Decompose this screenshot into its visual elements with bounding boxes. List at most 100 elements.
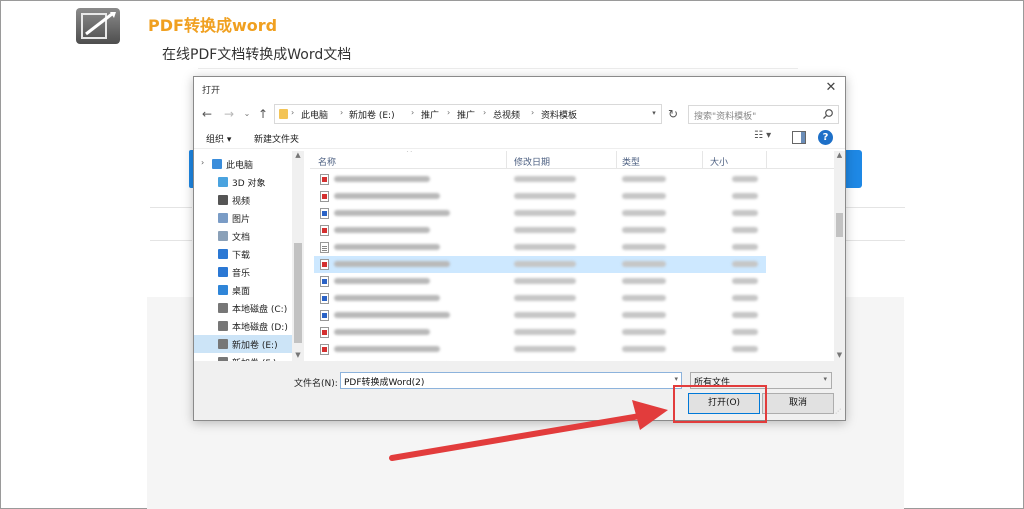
column-divider[interactable] [506,151,507,169]
breadcrumb-all-videos[interactable]: 总视频 [493,108,520,121]
address-bar[interactable]: › 此电脑 › 新加卷 (E:) › 推广 › 推广 › 总视频 › 资料模板 … [274,104,662,124]
file-row[interactable] [314,273,766,290]
column-header-size[interactable]: 大小 [710,155,728,168]
sidebar-item-label: 本地磁盘 (D:) [232,323,288,333]
column-divider[interactable] [702,151,703,169]
column-header-type[interactable]: 类型 [622,155,640,168]
redacted-text [732,244,758,250]
redacted-text [514,295,576,301]
background-divider [198,68,798,69]
doc-file-icon [320,310,329,321]
column-divider[interactable] [766,151,767,169]
sidebar-item-label: 下载 [232,251,251,261]
recent-locations-icon[interactable]: ⌄ [240,106,254,122]
3d-objects-icon: 3d-objects-icon [218,177,228,187]
chevron-down-icon[interactable]: ▾ [674,375,678,383]
breadcrumb-separator: › [291,108,295,117]
redacted-text [514,244,576,250]
background-upload-bar-right[interactable] [845,150,862,188]
breadcrumb-promo-1[interactable]: 推广 [421,108,439,121]
chevron-down-icon: ▾ [823,375,827,383]
sidebar-item[interactable]: pictures-icon 图片 [194,209,292,227]
sidebar-item[interactable]: 3d-objects-icon 3D 对象 [194,173,292,191]
column-header-modified[interactable]: 修改日期 [514,155,550,168]
file-row[interactable] [314,171,766,188]
sidebar-item[interactable]: › computer-icon 此电脑 [194,155,292,173]
navigation-pane-scrollbar[interactable]: ▲ ▼ [292,151,304,361]
scrollbar-thumb[interactable] [294,243,302,343]
redacted-text [514,210,576,216]
search-input[interactable]: 搜索"资料模板" [688,105,839,124]
breadcrumb-promo-2[interactable]: 推广 [457,108,475,121]
file-list-scrollbar[interactable]: ▲ ▼ [834,151,845,361]
search-placeholder: 搜索"资料模板" [694,112,757,122]
sort-ascending-icon: ^ [406,151,413,157]
computer-icon: computer-icon [212,159,222,169]
navigation-pane: › computer-icon 此电脑 3d-objects-icon 3D 对象 vid… [194,151,304,361]
sidebar-item[interactable]: drive-c-icon 本地磁盘 (C:) [194,299,292,317]
page-subtitle: 在线PDF文档转换成Word文档 [162,47,352,63]
forward-arrow-icon[interactable]: → [222,106,236,122]
desktop-icon: desktop-icon [218,285,228,295]
chevron-down-icon[interactable]: ▾ [649,109,659,117]
view-options-icon[interactable]: ☷ ▾ [754,130,780,146]
column-header-name[interactable]: 名称 [318,155,336,168]
redacted-text [622,312,666,318]
pictures-icon: pictures-icon [218,213,228,223]
redacted-text [334,278,430,284]
drive-d-icon: drive-d-icon [218,321,228,331]
back-arrow-icon[interactable]: ← [200,106,214,122]
file-row[interactable] [314,188,766,205]
file-row[interactable] [314,290,766,307]
background-divider [845,207,905,208]
sidebar-item[interactable]: download-icon 下载 [194,245,292,263]
breadcrumb-templates[interactable]: 资料模板 [541,108,577,121]
redacted-text [732,329,758,335]
sidebar-item-label: 图片 [232,215,251,225]
preview-pane-icon[interactable] [792,131,806,144]
column-divider[interactable] [616,151,617,169]
scroll-up-icon[interactable]: ▲ [834,151,845,161]
pdf-file-icon [320,191,329,202]
file-row[interactable] [314,205,766,222]
redacted-text [514,329,576,335]
file-row[interactable] [314,256,766,273]
sidebar-item[interactable]: desktop-icon 桌面 [194,281,292,299]
redacted-text [514,227,576,233]
redacted-text [622,346,666,352]
breadcrumb-drive-e[interactable]: 新加卷 (E:) [349,108,395,121]
redacted-text [514,193,576,199]
annotation-highlight-box [673,385,767,423]
sidebar-item[interactable]: music-icon 音乐 [194,263,292,281]
expand-caret-icon[interactable]: › [201,158,204,167]
close-icon[interactable]: ✕ [823,80,839,96]
redacted-text [732,261,758,267]
sidebar-item-label: 文档 [232,233,251,243]
help-icon[interactable]: ? [818,130,833,145]
sidebar-item[interactable]: documents-icon 文档 [194,227,292,245]
file-row[interactable] [314,307,766,324]
organize-menu[interactable]: 组织 ▾ [206,132,231,145]
resize-grip-icon[interactable]: ⋰ [835,409,843,418]
file-row[interactable] [314,239,766,256]
up-arrow-icon[interactable]: ↑ [256,106,270,122]
file-row[interactable] [314,324,766,341]
open-file-dialog: 打开 ✕ ← → ⌄ ↑ › 此电脑 › 新加卷 (E:) › 推广 › 推广 … [193,76,846,421]
file-row[interactable] [314,222,766,239]
scroll-down-icon[interactable]: ▼ [292,351,304,361]
scroll-down-icon[interactable]: ▼ [834,351,845,361]
file-row[interactable] [314,341,766,358]
sidebar-item[interactable]: drive-d-icon 本地磁盘 (D:) [194,317,292,335]
breadcrumb-this-pc[interactable]: 此电脑 [301,108,328,121]
refresh-icon[interactable]: ↻ [664,105,682,123]
filename-input[interactable]: PDF转换成Word(2) ▾ [340,372,682,389]
redacted-text [732,312,758,318]
sidebar-item[interactable]: drive-f-icon新加卷 (F:) [194,353,292,361]
pdf-file-icon [320,344,329,355]
cancel-button[interactable]: 取消 [762,393,834,414]
scrollbar-thumb[interactable] [836,213,843,237]
sidebar-item[interactable]: drive-e-icon 新加卷 (E:) [194,335,292,353]
sidebar-item[interactable]: video-icon 视频 [194,191,292,209]
scroll-up-icon[interactable]: ▲ [292,151,304,161]
new-folder-button[interactable]: 新建文件夹 [254,132,299,145]
